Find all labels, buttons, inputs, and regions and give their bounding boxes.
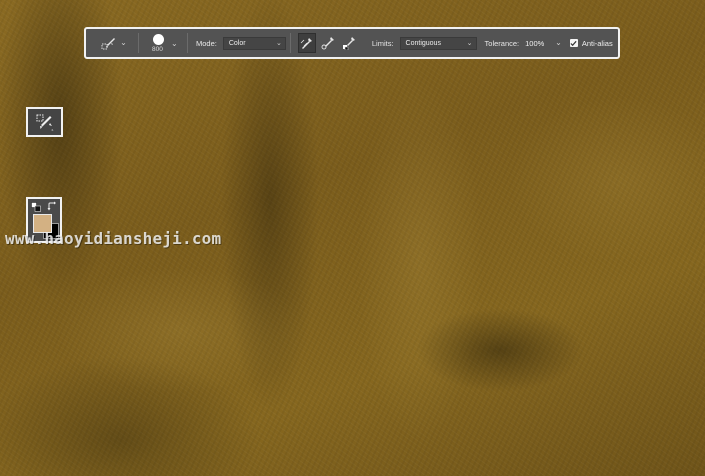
checkmark-icon (570, 40, 577, 46)
tolerance-input[interactable]: 100% (525, 39, 549, 48)
chevron-down-icon: ⌄ (466, 39, 473, 47)
chevron-down-icon: ⌄ (171, 39, 178, 48)
sampling-once-button[interactable] (319, 33, 337, 53)
tolerance-slider-toggle[interactable]: ⌄ (555, 39, 562, 47)
chevron-down-icon: ⌄ (120, 38, 127, 47)
limits-label: Limits: (371, 38, 394, 48)
tool-preset-picker[interactable]: ⌄ (94, 30, 134, 56)
watermark-text: www.haoyidiansheji.com (5, 229, 222, 248)
mode-label: Mode: (196, 38, 217, 48)
divider (289, 33, 291, 53)
anti-alias-checkbox[interactable] (569, 39, 578, 47)
tolerance-label: Tolerance: (484, 38, 520, 48)
anti-alias-label: Anti-alias (581, 38, 613, 48)
sampling-continuous-icon (300, 38, 312, 49)
default-colors-icon[interactable] (31, 202, 41, 212)
swap-colors-icon[interactable] (47, 201, 58, 212)
color-replacement-tool-icon (101, 38, 116, 50)
limits-select[interactable]: Contiguous ⌄ (399, 36, 477, 50)
sampling-background-swatch-button[interactable] (340, 33, 358, 53)
color-replacement-tool-icon (36, 114, 53, 131)
mode-select[interactable]: Color ⌄ (222, 36, 286, 50)
color-replacement-tool-button[interactable] (26, 107, 63, 137)
brush-tip-icon (153, 34, 164, 45)
brush-picker[interactable]: 800 ⌄ (145, 30, 183, 56)
sampling-once-icon (321, 37, 334, 50)
mode-value: Color (228, 39, 246, 47)
sampling-continuous-button[interactable] (297, 33, 316, 53)
limits-value: Contiguous (405, 39, 441, 47)
tool-options-bar: ⌄ 800 ⌄ Mode: Color ⌄ Limits: Contiguous… (84, 27, 620, 59)
divider (138, 33, 139, 53)
brush-size: 800 (152, 46, 163, 53)
sampling-background-swatch-icon (342, 37, 355, 50)
chevron-down-icon: ⌄ (275, 39, 282, 47)
divider (187, 33, 188, 53)
